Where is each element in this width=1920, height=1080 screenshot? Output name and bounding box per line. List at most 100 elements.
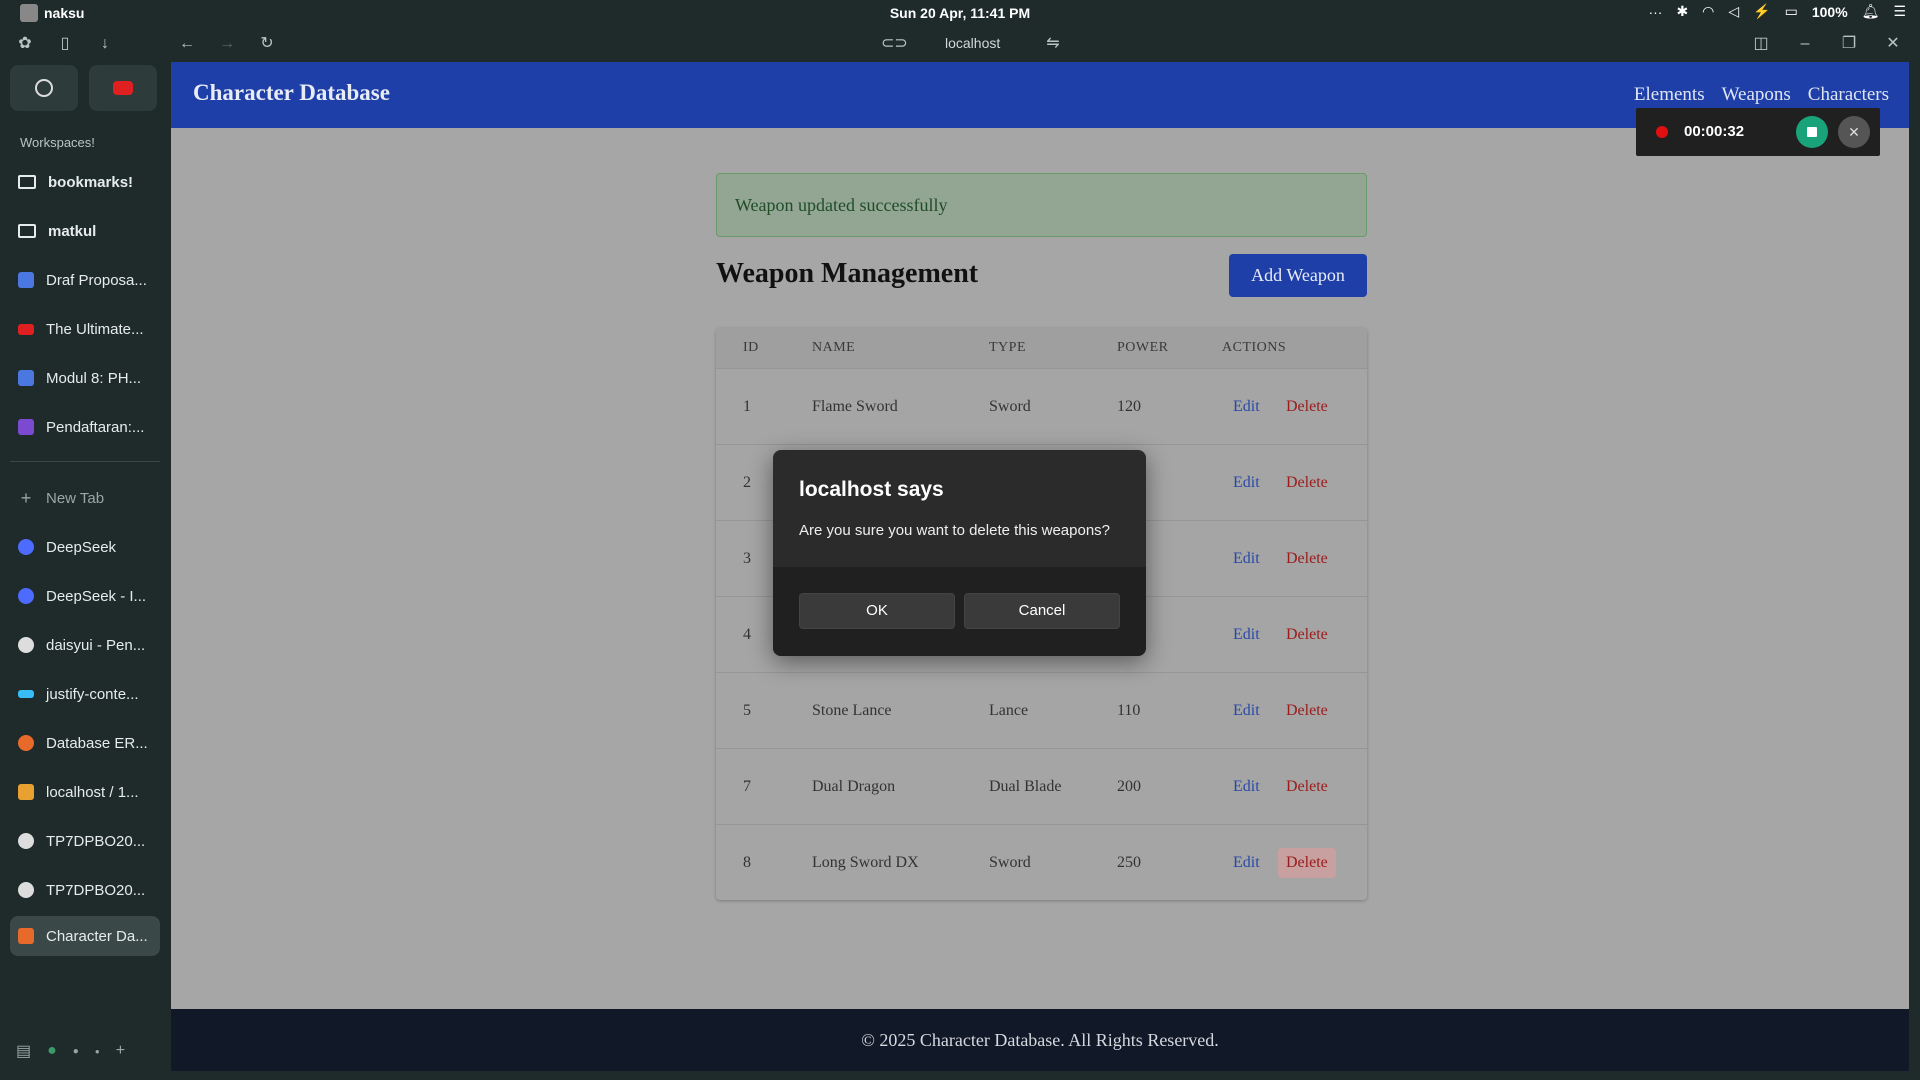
sidebar-folder-bookmarks[interactable]: bookmarks!	[10, 162, 160, 202]
volume-icon[interactable]: ◁	[1728, 3, 1739, 20]
edit-link[interactable]: Edit	[1233, 626, 1260, 644]
delete-button[interactable]: Delete	[1278, 544, 1336, 574]
delete-button[interactable]: Delete	[1278, 696, 1336, 726]
folder-icon	[18, 175, 36, 189]
sidebar-tab[interactable]: The Ultimate...	[10, 309, 160, 349]
battery-icon[interactable]: ▭	[1785, 3, 1798, 20]
mic-muted-icon[interactable]: ✕	[1838, 116, 1870, 148]
stop-recording-button[interactable]	[1796, 116, 1828, 148]
sidebar-toggle-icon[interactable]: ▯	[56, 35, 74, 53]
sidebar-tab-active[interactable]: Character Da...	[10, 916, 160, 956]
cell-id: 8	[743, 853, 751, 871]
nav-elements[interactable]: Elements	[1634, 84, 1705, 106]
close-icon[interactable]: ✕	[1884, 35, 1902, 53]
sidebar-item-label: Pendaftaran:...	[46, 418, 145, 436]
sidebar-item-label: DeepSeek	[46, 538, 117, 556]
site-nav: Elements Weapons Characters	[1634, 84, 1889, 106]
delete-button[interactable]: Delete	[1278, 772, 1336, 802]
pinned-tab-chatgpt[interactable]	[10, 65, 78, 111]
confirm-dialog: localhost says Are you sure you want to …	[773, 450, 1146, 656]
header-id: ID	[743, 340, 759, 355]
workspaces-label: Workspaces!	[20, 135, 95, 150]
sidebar-bottom-bar: ▤ ● ● ● +	[16, 1041, 125, 1061]
delete-button[interactable]: Delete	[1278, 392, 1336, 422]
edit-link[interactable]: Edit	[1233, 778, 1260, 796]
os-clock[interactable]: Sun 20 Apr, 11:41 PM	[0, 5, 1920, 21]
workspace-dot-icon[interactable]: ●	[73, 1046, 79, 1057]
sidebar-tab[interactable]: daisyui - Pen...	[10, 625, 160, 665]
edit-link[interactable]: Edit	[1233, 854, 1260, 872]
notification-icon[interactable]: 🔔︎	[1862, 3, 1880, 20]
nav-characters[interactable]: Characters	[1808, 84, 1889, 106]
new-tab-button[interactable]: + New Tab	[10, 478, 160, 518]
sidebar-tab[interactable]: Database ER...	[10, 723, 160, 763]
cell-id: 3	[743, 549, 751, 567]
ok-button[interactable]: OK	[799, 593, 955, 629]
bluetooth-icon[interactable]: ✱	[1676, 3, 1688, 20]
archive-icon[interactable]: ▤	[16, 1041, 31, 1061]
delete-button[interactable]: Delete	[1278, 468, 1336, 498]
delete-button[interactable]: Delete	[1278, 620, 1336, 650]
sidebar-tab[interactable]: TP7DPBO20...	[10, 821, 160, 861]
deepseek-icon	[18, 539, 34, 555]
cancel-button[interactable]: Cancel	[964, 593, 1120, 629]
sidebar-item-label: The Ultimate...	[46, 320, 144, 338]
split-view-icon[interactable]: ◫	[1752, 35, 1770, 53]
recording-time: 00:00:32	[1684, 123, 1745, 140]
edit-link[interactable]: Edit	[1233, 550, 1260, 568]
more-icon[interactable]: ···	[1648, 4, 1662, 20]
db-icon	[18, 735, 34, 751]
edit-link[interactable]: Edit	[1233, 398, 1260, 416]
chatgpt-icon	[35, 79, 53, 97]
edit-link[interactable]: Edit	[1233, 474, 1260, 492]
cell-id: 7	[743, 777, 751, 795]
site-settings-icon[interactable]: ⇋	[1044, 35, 1062, 53]
sidebar-tab[interactable]: TP7DPBO20...	[10, 870, 160, 910]
wifi-icon[interactable]: ◠	[1702, 3, 1714, 20]
pinned-tabs	[10, 65, 157, 111]
google-icon	[18, 637, 34, 653]
os-user[interactable]: naksu	[20, 4, 84, 22]
delete-button[interactable]: Delete	[1278, 847, 1336, 878]
sidebar-tab[interactable]: Pendaftaran:...	[10, 407, 160, 447]
sidebar-tab[interactable]: Draf Proposa...	[10, 260, 160, 300]
sidebar-item-label: justify-conte...	[46, 685, 139, 703]
sidebar-folder-matkul[interactable]: matkul	[10, 211, 160, 251]
minimize-icon[interactable]: –	[1796, 35, 1814, 53]
workspace-dot-icon[interactable]: ●	[95, 1047, 100, 1056]
add-workspace-icon[interactable]: +	[116, 1042, 125, 1060]
forward-icon[interactable]: →	[218, 35, 236, 53]
back-icon[interactable]: ←	[178, 35, 196, 53]
workspace-icon[interactable]: ●	[47, 1042, 57, 1060]
table-row: 7 Dual Dragon Dual Blade 200 Edit Delete	[716, 748, 1367, 824]
cell-name: Flame Sword	[812, 397, 898, 415]
sidebar-tab[interactable]: DeepSeek - I...	[10, 576, 160, 616]
pinned-tab-youtube[interactable]	[89, 65, 157, 111]
url-bar[interactable]: localhost	[945, 35, 1000, 51]
link-icon[interactable]: ⊂⊃	[881, 35, 908, 53]
power-icon[interactable]: ⚡	[1753, 3, 1770, 20]
site-title[interactable]: Character Database	[193, 80, 390, 106]
extensions-icon[interactable]: ✿	[16, 35, 34, 53]
table-row: 5 Stone Lance Lance 110 Edit Delete	[716, 672, 1367, 748]
github-icon	[18, 882, 34, 898]
restore-icon[interactable]: ❐	[1840, 35, 1858, 53]
os-top-bar: naksu Sun 20 Apr, 11:41 PM ··· ✱ ◠ ◁ ⚡ ▭…	[0, 0, 1920, 27]
sidebar-tab[interactable]: localhost / 1...	[10, 772, 160, 812]
sidebar-tab[interactable]: DeepSeek	[10, 527, 160, 567]
settings-icon[interactable]: ☰	[1893, 3, 1906, 20]
cell-name: Stone Lance	[812, 701, 892, 719]
cell-name: Long Sword DX	[812, 853, 919, 871]
add-weapon-button[interactable]: Add Weapon	[1229, 254, 1367, 297]
sidebar-tab[interactable]: justify-conte...	[10, 674, 160, 714]
plus-icon: +	[20, 487, 32, 508]
sidebar-tab[interactable]: Modul 8: PH...	[10, 358, 160, 398]
download-icon[interactable]: ↓	[96, 35, 114, 53]
nav-weapons[interactable]: Weapons	[1722, 84, 1791, 106]
cell-type: Sword	[989, 397, 1031, 415]
sidebar-item-label: Database ER...	[46, 734, 148, 752]
edit-link[interactable]: Edit	[1233, 702, 1260, 720]
sidebar-item-label: Character Da...	[46, 927, 148, 945]
browser-sidebar: Workspaces! bookmarks! matkul Draf Propo…	[0, 61, 170, 1080]
reload-icon[interactable]: ↻	[258, 35, 276, 53]
